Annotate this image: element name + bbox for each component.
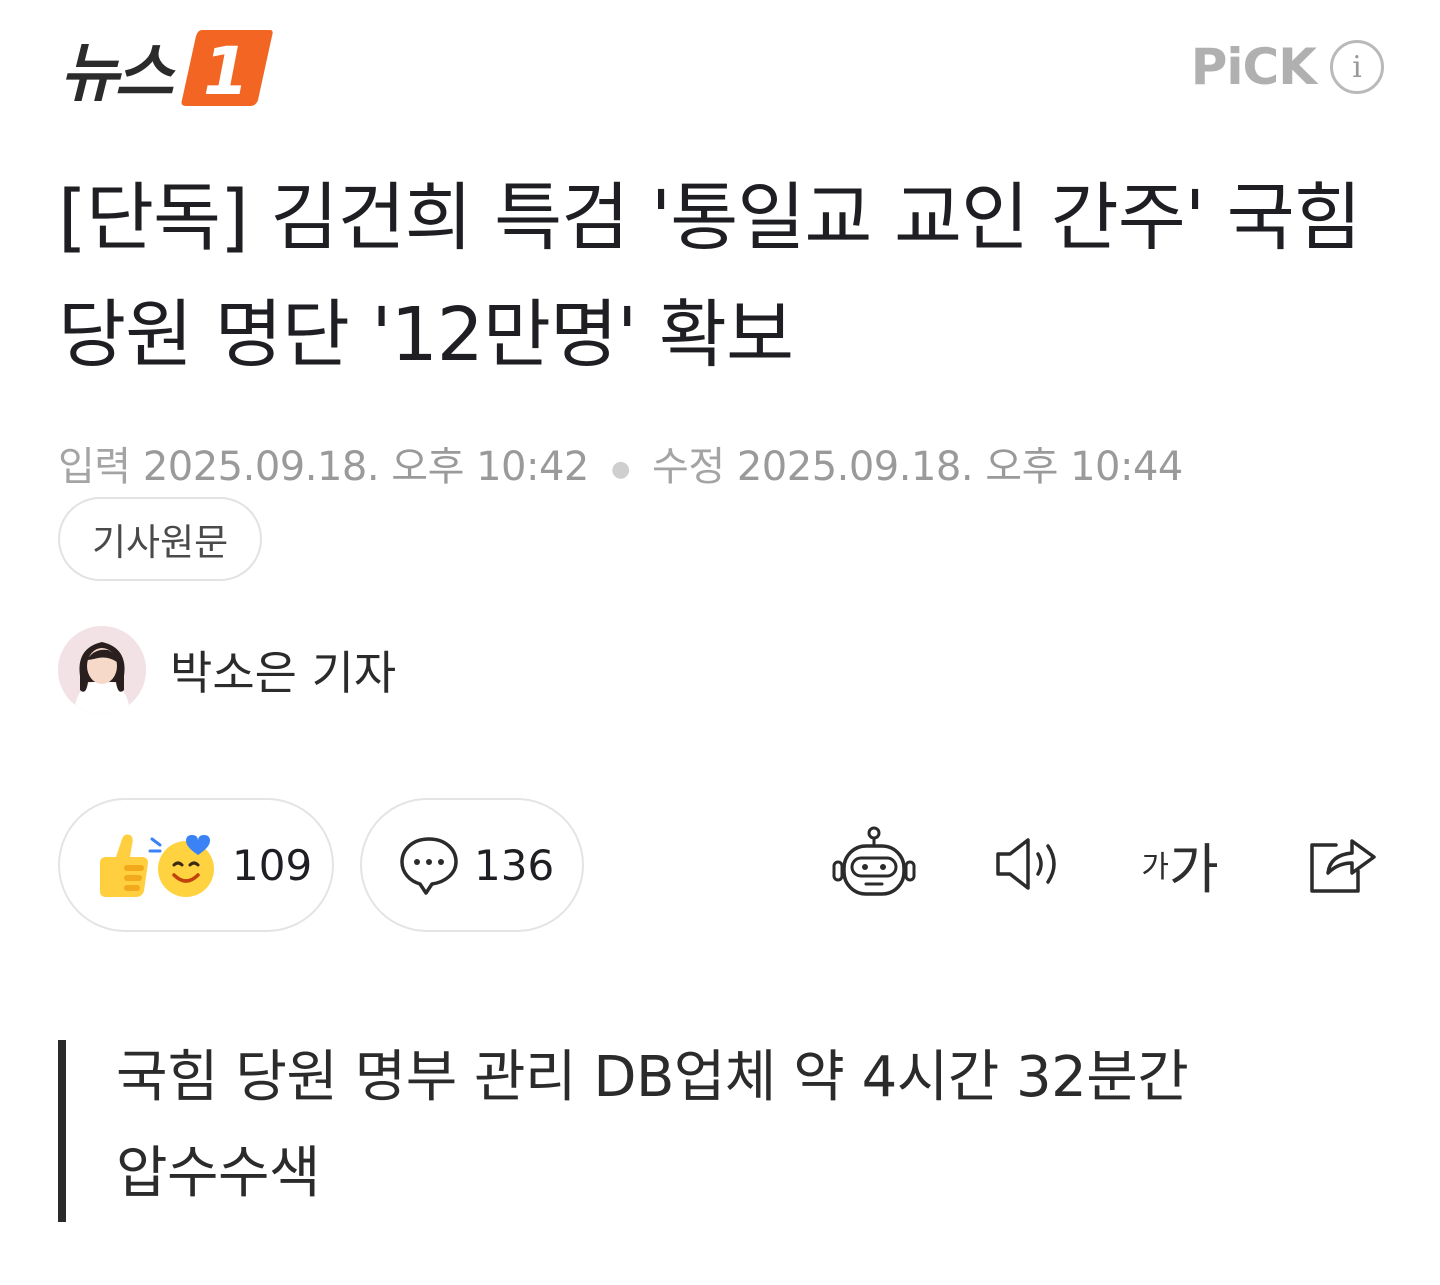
pick-label: PiCK xyxy=(1190,38,1317,96)
logo-text: 뉴스 xyxy=(60,37,174,111)
speaker-icon xyxy=(996,838,1056,890)
reporter[interactable]: 박소은 기자 xyxy=(58,626,396,714)
svg-text:1: 1 xyxy=(203,33,249,108)
article-subtitle-quote: 국힘 당원 명부 관리 DB업체 약 4시간 32분간 압수수색 xyxy=(58,1040,1378,1222)
reporter-avatar[interactable] xyxy=(58,626,146,714)
meta-separator: ● xyxy=(611,456,630,482)
comment-bubble-icon xyxy=(400,837,458,895)
comment-button[interactable]: 136 xyxy=(360,798,584,932)
share-icon xyxy=(1310,839,1376,893)
reporter-name[interactable]: 박소은 기자 xyxy=(170,637,396,703)
font-size-small-glyph: 가 xyxy=(1141,850,1169,885)
modified-time: 2025.09.18. 오후 10:44 xyxy=(736,444,1184,490)
logo-badge-icon: 1 xyxy=(181,30,273,108)
input-time: 2025.09.18. 오후 10:42 xyxy=(142,444,590,490)
header: 뉴스 1 PiCK i xyxy=(0,0,1440,130)
original-article-button[interactable]: 기사원문 xyxy=(58,497,263,581)
tts-listen-button[interactable] xyxy=(985,820,1073,908)
like-reaction-button[interactable]: 109 xyxy=(58,798,334,932)
modified-label: 수정 xyxy=(652,444,725,490)
font-size-button[interactable]: 가 가 xyxy=(1136,820,1224,908)
news1-logo[interactable]: 뉴스 1 xyxy=(60,26,274,111)
ai-summary-bot-button[interactable] xyxy=(830,820,918,908)
comment-count: 136 xyxy=(474,840,555,890)
info-icon[interactable]: i xyxy=(1330,40,1384,94)
pick-area[interactable]: PiCK i xyxy=(1191,38,1384,96)
reaction-emoji-icon xyxy=(100,834,214,897)
input-label: 입력 xyxy=(58,444,131,490)
avatar-image xyxy=(58,626,146,714)
article-meta: 입력 2025.09.18. 오후 10:42 ● 수정 2025.09.18.… xyxy=(58,434,1398,492)
font-size-big-glyph: 가 xyxy=(1168,837,1219,901)
article-title: [단독] 김건희 특검 '통일교 교인 간주' 국힘 당원 명단 '12만명' … xyxy=(58,175,1362,378)
share-button[interactable] xyxy=(1298,820,1386,908)
article-subtitle: 국힘 당원 명부 관리 DB업체 약 4시간 32분간 압수수색 xyxy=(116,1045,1189,1206)
like-count: 109 xyxy=(232,840,313,890)
robot-icon xyxy=(832,826,916,896)
